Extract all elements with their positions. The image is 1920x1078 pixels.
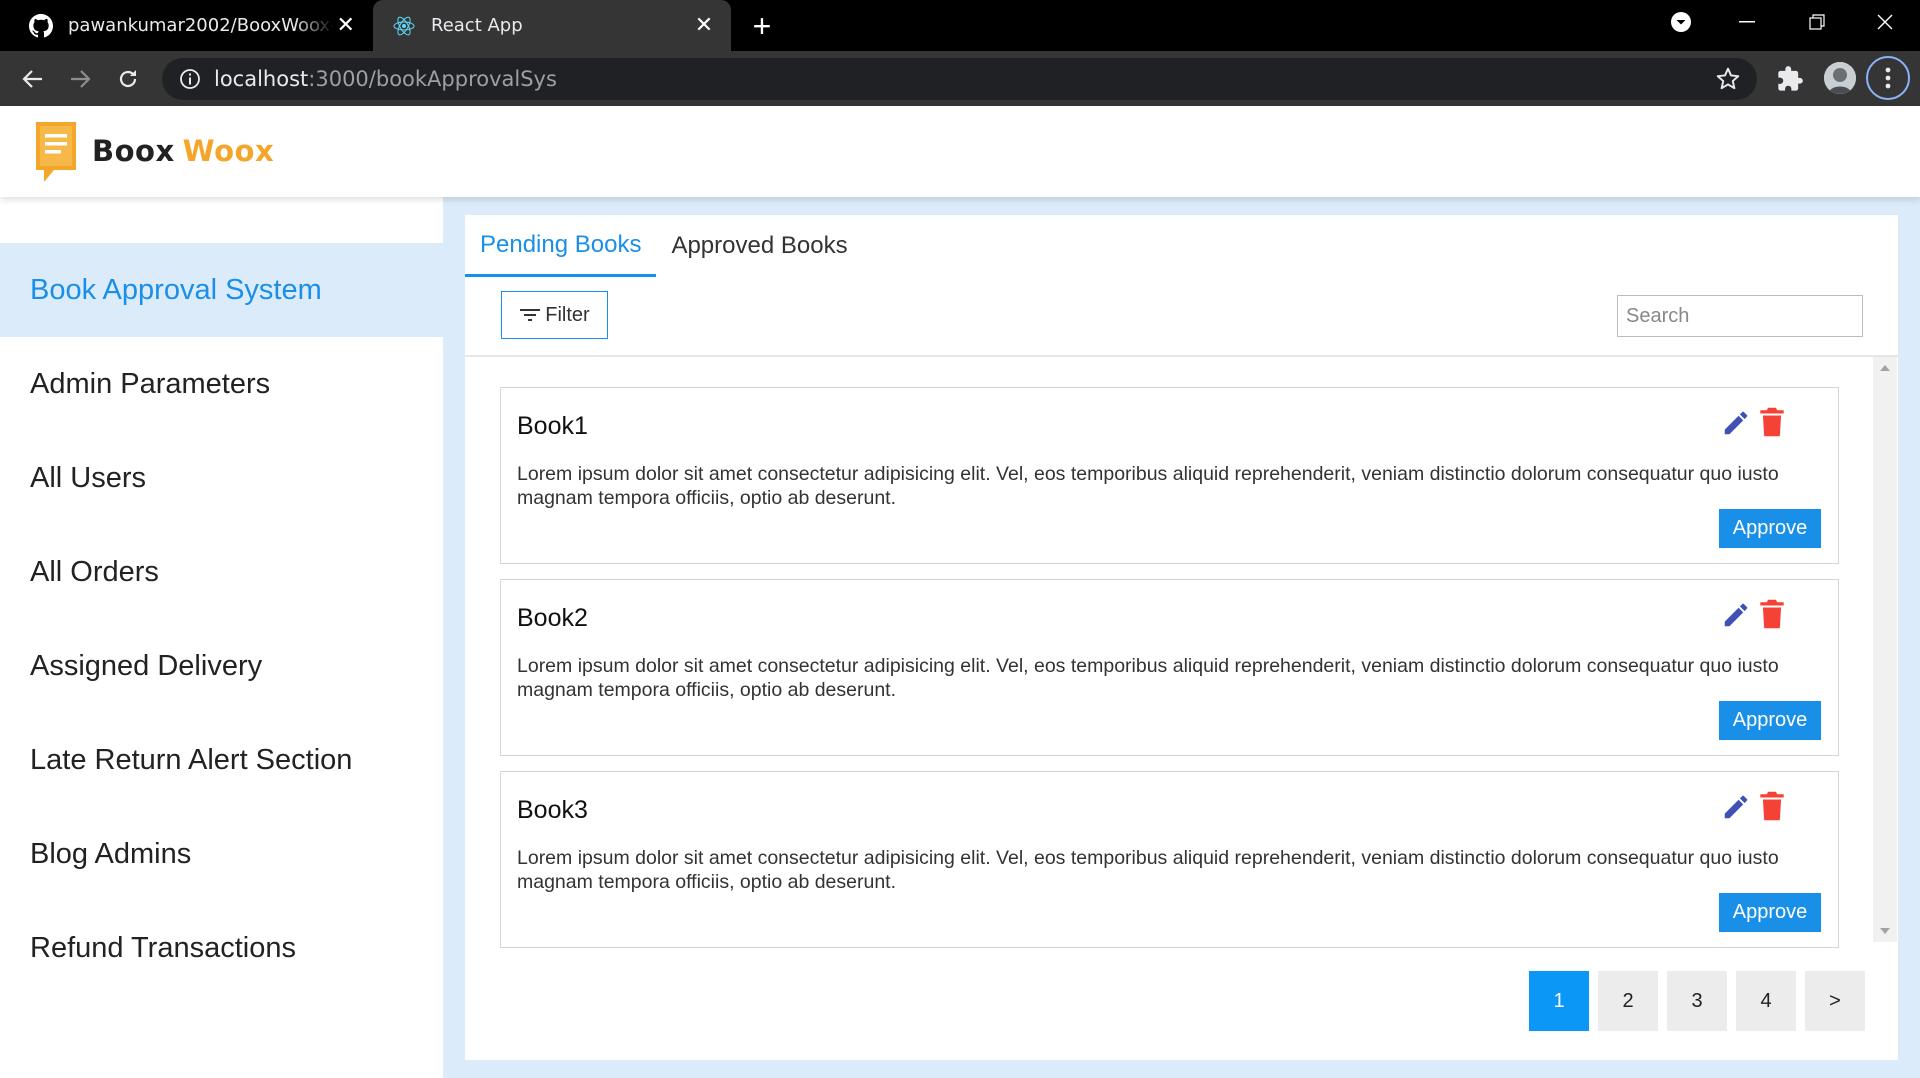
sidebar-item-refund-transactions[interactable]: Refund Transactions (0, 901, 443, 995)
restore-button[interactable] (1782, 0, 1852, 44)
browser-tab-react-app[interactable]: React App ✕ (373, 0, 731, 51)
book-description: Lorem ipsum dolor sit amet consectetur a… (517, 655, 1779, 701)
delete-trash-icon[interactable] (1759, 790, 1785, 822)
browser-menu-button[interactable] (1866, 56, 1910, 100)
sidebar-item-label: Admin Parameters (30, 367, 271, 400)
book-title: Book2 (517, 604, 588, 632)
tab-approved-books[interactable]: Approved Books (656, 215, 862, 277)
url-path: :3000/bookApprovalSys (308, 67, 557, 91)
delete-trash-icon[interactable] (1759, 406, 1785, 438)
restore-icon (1809, 14, 1825, 30)
more-vert-icon (1885, 67, 1891, 89)
scroll-down-arrow-icon[interactable] (1880, 928, 1890, 934)
page-button-3[interactable]: 3 (1667, 971, 1727, 1031)
profile-avatar[interactable] (1824, 62, 1856, 94)
chevron-down-icon (1671, 12, 1691, 32)
sidebar-item-blog-admins[interactable]: Blog Admins (0, 807, 443, 901)
sidebar-item-label: Assigned Delivery (30, 649, 263, 682)
filter-list-icon (520, 309, 541, 321)
edit-pencil-icon[interactable] (1721, 792, 1751, 822)
tab-pending-books[interactable]: Pending Books (465, 215, 657, 277)
user-avatar-icon (1824, 62, 1856, 94)
approve-button[interactable]: Approve (1719, 701, 1821, 740)
next-page-button[interactable]: > (1805, 971, 1865, 1031)
pagination: 1 2 3 4 > (1520, 971, 1865, 1031)
search-input[interactable] (1617, 295, 1863, 337)
sidebar-item-assigned-delivery[interactable]: Assigned Delivery (0, 619, 443, 713)
back-button[interactable] (13, 59, 53, 99)
browser-toolbar: localhost:3000/bookApprovalSys (0, 51, 1920, 106)
url-host: localhost (214, 67, 309, 91)
bookmark-star-icon[interactable] (1715, 66, 1741, 92)
book-description: Lorem ipsum dolor sit amet consectetur a… (517, 847, 1779, 893)
window-close-button[interactable] (1850, 0, 1920, 44)
book-logo-icon (36, 122, 76, 182)
sidebar-item-late-return-alert[interactable]: Late Return Alert Section (0, 713, 443, 807)
brand-logo[interactable]: Boox Woox (30, 118, 274, 184)
book-card: Book3 Lorem ipsum dolor sit amet consect… (500, 771, 1839, 948)
sidebar-item-label: Refund Transactions (30, 931, 296, 964)
page-button-2[interactable]: 2 (1598, 971, 1658, 1031)
minimize-button[interactable] (1712, 0, 1782, 44)
book-card: Book1 Lorem ipsum dolor sit amet consect… (500, 387, 1839, 564)
book-title: Book3 (517, 796, 588, 824)
book-title: Book1 (517, 412, 588, 440)
close-icon (1877, 14, 1893, 30)
sidebar-item-book-approval-system[interactable]: Book Approval System (0, 243, 443, 337)
sidebar-item-label: Book Approval System (30, 273, 322, 306)
sidebar: Book Approval System Admin Parameters Al… (0, 197, 443, 1078)
close-icon[interactable]: ✕ (689, 11, 719, 41)
approve-button[interactable]: Approve (1719, 893, 1821, 932)
delete-trash-icon[interactable] (1759, 598, 1785, 630)
brand-word-1: Boox (92, 134, 175, 168)
new-tab-button[interactable]: + (744, 8, 780, 44)
url-text: localhost:3000/bookApprovalSys (214, 67, 557, 91)
pending-books-list[interactable]: Book1 Lorem ipsum dolor sit amet consect… (465, 357, 1898, 957)
book-approval-panel: Pending Books Approved Books Filter Book… (465, 215, 1898, 1060)
book-description: Lorem ipsum dolor sit amet consectetur a… (517, 463, 1779, 509)
arrow-left-icon (22, 70, 42, 88)
app-header: Boox Woox (0, 106, 1920, 197)
page-button-1[interactable]: 1 (1529, 971, 1589, 1031)
info-icon[interactable] (178, 67, 202, 91)
page-button-4[interactable]: 4 (1736, 971, 1796, 1031)
browser-tab-title: pawankumar2002/BooxWoox-Admin (68, 15, 334, 36)
minimize-icon (1739, 21, 1755, 23)
sidebar-item-all-orders[interactable]: All Orders (0, 525, 443, 619)
sidebar-item-label: All Orders (30, 555, 159, 588)
book-status-tabs: Pending Books Approved Books (465, 215, 863, 277)
sidebar-item-label: Blog Admins (30, 837, 192, 870)
brand-word-2: Woox (182, 134, 275, 168)
edit-pencil-icon[interactable] (1721, 600, 1751, 630)
brand-name: Boox Woox (92, 134, 274, 168)
filter-button[interactable]: Filter (501, 291, 608, 339)
book-card: Book2 Lorem ipsum dolor sit amet consect… (500, 579, 1839, 756)
react-icon (391, 13, 417, 39)
browser-tab-github[interactable]: pawankumar2002/BooxWoox-Admin ✕ (0, 0, 370, 51)
browser-tab-strip: pawankumar2002/BooxWoox-Admin ✕ React Ap… (0, 0, 1920, 51)
sidebar-item-all-users[interactable]: All Users (0, 431, 443, 525)
extensions-puzzle-icon[interactable] (1776, 65, 1804, 93)
github-icon (28, 13, 54, 39)
tab-search-button[interactable] (1646, 0, 1716, 44)
forward-button[interactable] (60, 59, 100, 99)
browser-tab-title: React App (431, 15, 523, 36)
sidebar-item-admin-parameters[interactable]: Admin Parameters (0, 337, 443, 431)
filter-button-label: Filter (545, 303, 590, 326)
sidebar-item-label: All Users (30, 461, 147, 494)
list-scrollbar[interactable] (1873, 357, 1897, 942)
address-bar[interactable]: localhost:3000/bookApprovalSys (162, 58, 1757, 100)
edit-pencil-icon[interactable] (1721, 408, 1751, 438)
arrow-right-icon (71, 70, 91, 88)
reload-icon (119, 70, 137, 88)
approve-button[interactable]: Approve (1719, 509, 1821, 548)
close-icon[interactable]: ✕ (334, 11, 358, 41)
reload-button[interactable] (108, 59, 148, 99)
scroll-up-arrow-icon[interactable] (1880, 365, 1890, 371)
sidebar-item-label: Late Return Alert Section (30, 743, 353, 776)
